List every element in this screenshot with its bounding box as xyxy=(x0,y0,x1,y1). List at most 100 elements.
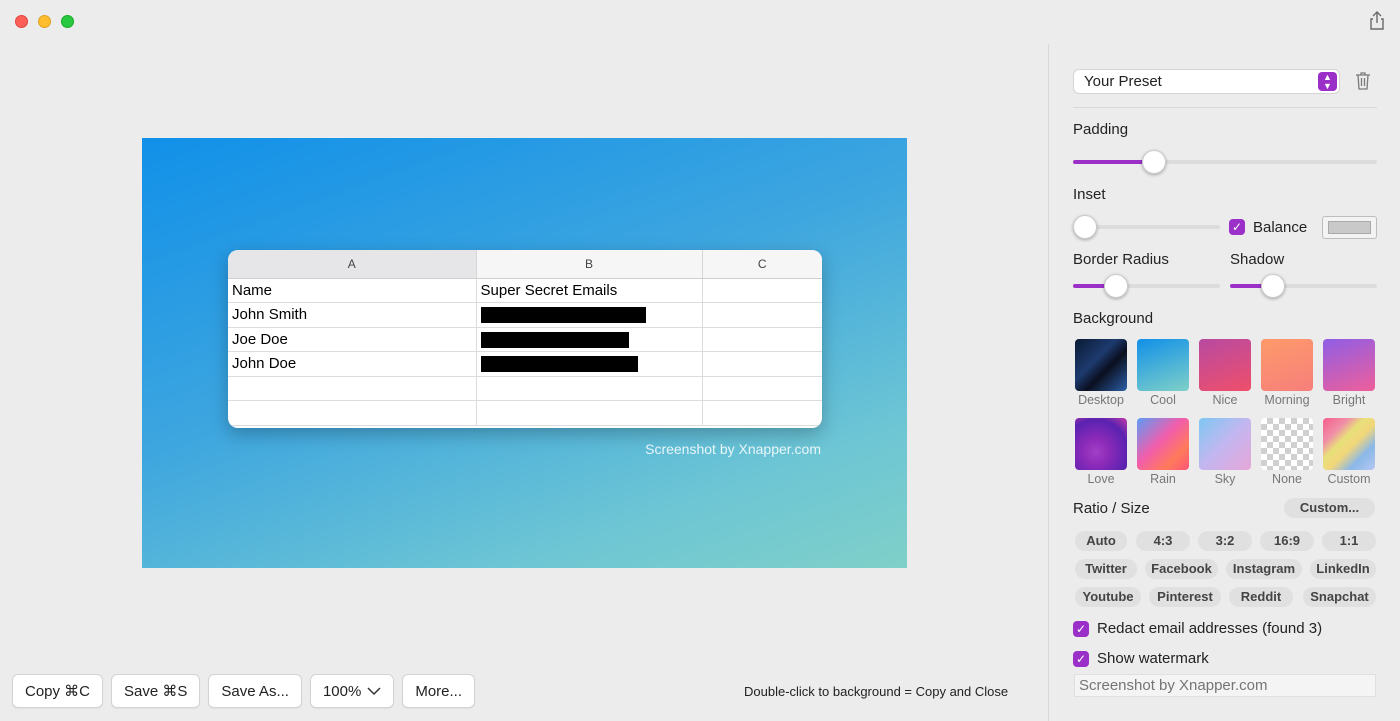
table-cell xyxy=(476,351,703,377)
background-name: None xyxy=(1272,472,1302,486)
size-youtube[interactable]: Youtube xyxy=(1075,587,1141,607)
background-desktop[interactable]: Desktop xyxy=(1075,339,1127,407)
watermark-label: Show watermark xyxy=(1097,650,1209,667)
shadow-slider[interactable] xyxy=(1230,274,1377,298)
preview-canvas[interactable]: A B C Name Super Secret Emails John Smit… xyxy=(142,138,907,568)
slider-knob[interactable] xyxy=(1142,150,1166,174)
size-reddit[interactable]: Reddit xyxy=(1229,587,1293,607)
table-cell xyxy=(476,302,703,328)
custom-size-button[interactable]: Custom... xyxy=(1284,498,1375,518)
trash-icon[interactable] xyxy=(1354,71,1372,91)
background-sky[interactable]: Sky xyxy=(1199,418,1251,486)
balance-checkbox[interactable]: ✓ xyxy=(1229,219,1245,235)
background-name: Custom xyxy=(1327,472,1371,486)
ratio-1-1[interactable]: 1:1 xyxy=(1322,531,1376,551)
table-cell xyxy=(228,400,477,426)
select-stepper-icon: ▲ ▼ xyxy=(1318,72,1337,91)
table-cell xyxy=(702,400,822,426)
redact-label: Redact email addresses (found 3) xyxy=(1097,620,1323,637)
background-bright[interactable]: Bright xyxy=(1323,339,1375,407)
more-button[interactable]: More... xyxy=(402,674,476,708)
zoom-window-button[interactable] xyxy=(61,15,74,28)
background-name: Nice xyxy=(1212,393,1238,407)
background-name: Desktop xyxy=(1078,393,1124,407)
background-morning[interactable]: Morning xyxy=(1261,339,1313,407)
padding-label: Padding xyxy=(1073,121,1129,138)
watermark-text-input[interactable] xyxy=(1074,674,1376,697)
redact-checkbox[interactable]: ✓ xyxy=(1073,621,1089,637)
watermark-text: Screenshot by Xnapper.com xyxy=(645,441,821,457)
border-radius-slider[interactable] xyxy=(1073,274,1220,298)
size-twitter[interactable]: Twitter xyxy=(1075,559,1137,579)
slider-knob[interactable] xyxy=(1073,215,1097,239)
background-rain[interactable]: Rain xyxy=(1137,418,1189,486)
table-row xyxy=(228,400,822,426)
border-radius-label: Border Radius xyxy=(1073,251,1169,268)
table-cell: John Doe xyxy=(228,351,477,377)
background-name: Love xyxy=(1087,472,1115,486)
settings-panel: Your Preset ▲ ▼ Padding Inset ✓ Balance B… xyxy=(1073,0,1377,721)
table-cell: Name xyxy=(228,278,477,303)
background-nice[interactable]: Nice xyxy=(1199,339,1251,407)
background-love[interactable]: Love xyxy=(1075,418,1127,486)
table-row: Name Super Secret Emails xyxy=(228,278,822,303)
redaction-bar xyxy=(480,331,629,348)
minimize-window-button[interactable] xyxy=(38,15,51,28)
padding-slider[interactable] xyxy=(1073,150,1377,174)
spreadsheet-screenshot: A B C Name Super Secret Emails John Smit… xyxy=(228,250,822,428)
background-name: Cool xyxy=(1150,393,1176,407)
column-header-a: A xyxy=(228,250,477,279)
separator xyxy=(1073,107,1377,108)
balance-color-well[interactable] xyxy=(1322,216,1377,239)
save-button[interactable]: Save ⌘S xyxy=(111,674,201,708)
preset-select[interactable]: Your Preset ▲ ▼ xyxy=(1073,69,1340,94)
size-snapchat[interactable]: Snapchat xyxy=(1303,587,1376,607)
column-header-c: C xyxy=(702,250,822,279)
background-name: Morning xyxy=(1264,393,1310,407)
background-name: Sky xyxy=(1214,472,1236,486)
background-custom[interactable]: Custom xyxy=(1323,418,1375,486)
table-cell xyxy=(476,400,703,426)
table-cell xyxy=(702,302,822,328)
table-cell xyxy=(476,376,703,401)
copy-hint: Double-click to background = Copy and Cl… xyxy=(744,684,1009,699)
close-window-button[interactable] xyxy=(15,15,28,28)
zoom-value: 100% xyxy=(322,682,362,700)
size-facebook[interactable]: Facebook xyxy=(1145,559,1218,579)
background-name: Rain xyxy=(1150,472,1176,486)
table-cell xyxy=(702,278,822,303)
table-row: John Smith xyxy=(228,302,822,328)
inset-label: Inset xyxy=(1073,186,1106,203)
balance-label: Balance xyxy=(1253,219,1308,236)
background-cool[interactable]: Cool xyxy=(1137,339,1189,407)
ratio-auto[interactable]: Auto xyxy=(1075,531,1127,551)
table-row: John Doe xyxy=(228,351,822,377)
table-cell xyxy=(476,327,703,352)
ratio-3-2[interactable]: 3:2 xyxy=(1198,531,1252,551)
chevron-down-icon xyxy=(367,687,381,696)
background-name: Bright xyxy=(1332,393,1366,407)
table-cell: Joe Doe xyxy=(228,327,477,352)
column-header-b: B xyxy=(476,250,703,279)
size-linkedin[interactable]: LinkedIn xyxy=(1310,559,1376,579)
ratio-4-3[interactable]: 4:3 xyxy=(1136,531,1190,551)
slider-knob[interactable] xyxy=(1104,274,1128,298)
size-instagram[interactable]: Instagram xyxy=(1226,559,1302,579)
inset-slider[interactable] xyxy=(1073,215,1220,239)
background-none[interactable]: None xyxy=(1261,418,1313,486)
bottom-toolbar: Copy ⌘C Save ⌘S Save As... 100% More... xyxy=(12,674,476,708)
table-row xyxy=(228,376,822,401)
zoom-dropdown[interactable]: 100% xyxy=(309,674,395,708)
copy-button[interactable]: Copy ⌘C xyxy=(12,674,104,708)
watermark-checkbox[interactable]: ✓ xyxy=(1073,651,1089,667)
save-as-button[interactable]: Save As... xyxy=(208,674,302,708)
table-cell xyxy=(702,376,822,401)
slider-knob[interactable] xyxy=(1261,274,1285,298)
redaction-bar xyxy=(480,356,638,373)
background-label: Background xyxy=(1073,310,1154,327)
table-cell: Super Secret Emails xyxy=(476,278,703,303)
ratio-16-9[interactable]: 16:9 xyxy=(1260,531,1314,551)
table-cell: John Smith xyxy=(228,302,477,328)
size-pinterest[interactable]: Pinterest xyxy=(1149,587,1221,607)
table-cell xyxy=(702,327,822,352)
